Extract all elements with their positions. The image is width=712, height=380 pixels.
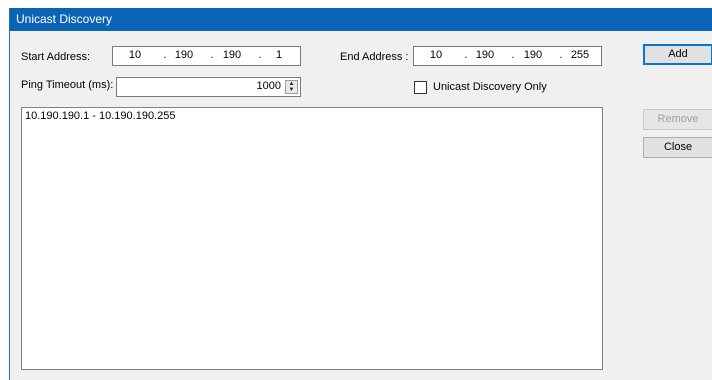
remove-button[interactable]: Remove	[643, 109, 712, 130]
list-item[interactable]: 10.190.190.1 - 10.190.190.255	[25, 110, 175, 122]
octet-separator: .	[559, 49, 563, 61]
ping-timeout-label: Ping Timeout (ms):	[21, 79, 114, 91]
range-list[interactable]: 10.190.190.1 - 10.190.190.255	[21, 107, 603, 370]
ping-timeout-input[interactable]: 1000 ▲ ▼	[116, 77, 301, 97]
end-octet-3[interactable]: 190	[520, 49, 546, 61]
start-octet-1[interactable]: 10	[122, 49, 148, 61]
unicast-only-label[interactable]: Unicast Discovery Only	[433, 81, 547, 93]
end-address-input[interactable]: 10 . 190 . 190 . 255	[413, 46, 602, 66]
octet-separator: .	[163, 49, 167, 61]
start-octet-2[interactable]: 190	[171, 49, 197, 61]
unicast-discovery-window: Unicast Discovery Start Address: 10 . 19…	[9, 8, 712, 380]
start-address-input[interactable]: 10 . 190 . 190 . 1	[112, 46, 301, 66]
ping-timeout-value[interactable]: 1000	[257, 80, 281, 92]
start-address-label: Start Address:	[21, 51, 91, 63]
octet-separator: .	[210, 49, 214, 61]
add-button[interactable]: Add	[643, 44, 712, 65]
octet-separator: .	[511, 49, 515, 61]
end-address-label: End Address :	[340, 51, 409, 63]
start-octet-4[interactable]: 1	[266, 49, 292, 61]
start-octet-3[interactable]: 190	[219, 49, 245, 61]
end-octet-4[interactable]: 255	[567, 49, 593, 61]
end-octet-1[interactable]: 10	[423, 49, 449, 61]
window-title: Unicast Discovery	[16, 12, 113, 26]
close-button[interactable]: Close	[643, 137, 712, 158]
ping-timeout-spinner[interactable]: ▲ ▼	[285, 80, 298, 94]
spin-down-icon[interactable]: ▼	[286, 87, 297, 93]
title-bar: Unicast Discovery	[10, 8, 712, 31]
unicast-only-checkbox[interactable]	[414, 81, 427, 94]
octet-separator: .	[258, 49, 262, 61]
end-octet-2[interactable]: 190	[472, 49, 498, 61]
octet-separator: .	[464, 49, 468, 61]
